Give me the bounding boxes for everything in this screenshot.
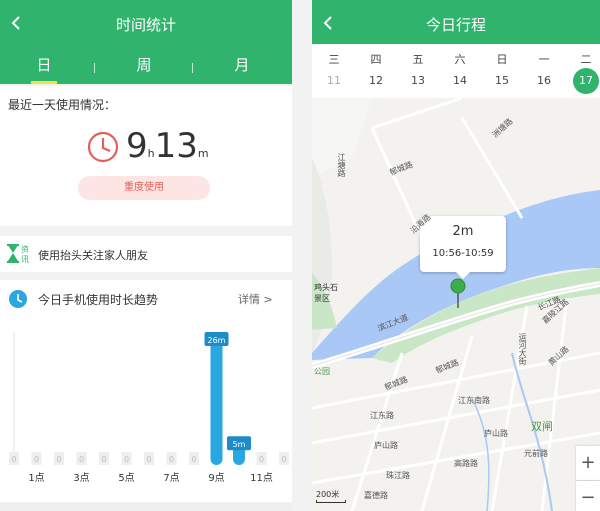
map-label-area: 双闸	[531, 420, 553, 433]
day-12[interactable]: 12	[356, 74, 396, 87]
map-scale-bar	[316, 500, 346, 503]
usage-minutes-unit: m	[197, 147, 209, 160]
weekday-label: 五	[412, 53, 424, 66]
zoom-in-button[interactable]: +	[576, 446, 600, 480]
active-tab-indicator	[31, 81, 57, 84]
day-17-selected[interactable]: 17	[573, 68, 599, 94]
tab-separator	[94, 63, 95, 73]
trip-screen: 今日行程 三 四 五 六 日 一 二 11 12 13 14 15 16 17	[312, 0, 600, 511]
usage-minutes: 13	[154, 126, 198, 166]
map-label-road: 江东南路	[458, 396, 490, 405]
tab-separator	[192, 63, 193, 73]
day-15[interactable]: 15	[482, 74, 522, 87]
week-date-strip: 三 四 五 六 日 一 二 11 12 13 14 15 16 17	[312, 44, 600, 98]
header-bar: 时间统计 日 周 月	[0, 0, 292, 84]
page-title: 今日行程	[425, 16, 486, 34]
chart-data-label: 26m	[208, 336, 226, 345]
map-label-road: 珠江路	[386, 471, 410, 480]
map-label-road: 嘉德路	[364, 491, 388, 500]
tab-month[interactable]: 月	[217, 54, 267, 75]
day-11[interactable]: 11	[314, 74, 354, 87]
chart-data-label: 0	[34, 455, 39, 464]
tab-day[interactable]: 日	[19, 54, 69, 75]
chart-data-label: 0	[11, 455, 16, 464]
map-label-road: 江东路	[370, 411, 394, 420]
weekday-label: 三	[328, 53, 340, 66]
chart-tick-label: 11点	[250, 472, 273, 484]
tip-card[interactable]: 资 讯 使用抬头关注家人朋友	[0, 236, 292, 272]
chart-tick-label: 7点	[163, 472, 179, 484]
map-label-road: 高路路	[454, 459, 478, 468]
tip-icon-char-2: 讯	[21, 255, 29, 264]
zoom-out-button[interactable]: −	[576, 481, 600, 511]
trip-info-bubble[interactable]: 2m 10:56-10:59	[420, 216, 506, 279]
chart-bar	[210, 336, 223, 465]
chart-data-label: 0	[191, 455, 196, 464]
usage-hours-unit: h	[147, 147, 155, 160]
tip-icon-char-1: 资	[21, 244, 29, 254]
trip-duration: 2m	[452, 224, 474, 239]
chart-data-label: 0	[101, 455, 106, 464]
chart-data-label: 0	[169, 455, 174, 464]
map-label-road: 江塘路	[337, 153, 346, 177]
tab-week[interactable]: 周	[119, 54, 169, 75]
clock-icon	[87, 131, 119, 163]
weekday-label: 日	[496, 53, 508, 66]
chart-data-label: 0	[259, 455, 264, 464]
usage-hours: 9	[126, 126, 148, 166]
usage-duration: 9h13m	[126, 126, 209, 166]
chart-tick-label: 9点	[208, 472, 224, 484]
usage-label: 最近一天使用情况：	[8, 98, 117, 112]
location-pin	[450, 278, 466, 294]
period-tabs: 日 周 月	[0, 50, 292, 82]
page-title: 时间统计	[115, 16, 176, 34]
time-stats-screen: 时间统计 日 周 月 最近一天使用情况： 9h13m 重度使用 资 讯 使用抬头…	[0, 0, 292, 511]
weekday-label: 四	[370, 53, 382, 66]
chart-data-label: 0	[56, 455, 61, 464]
chart-tick-label: 1点	[28, 472, 44, 484]
map-label-road: 运河大街	[518, 333, 527, 365]
weekday-label: 一	[538, 53, 550, 66]
chart-data-label: 5m	[233, 440, 246, 449]
tip-text: 使用抬头关注家人朋友	[38, 249, 148, 262]
day-13[interactable]: 13	[398, 74, 438, 87]
chart-data-label: 0	[281, 455, 286, 464]
map-scale-label: 200米	[316, 490, 340, 499]
trip-time-range: 10:56-10:59	[432, 248, 494, 259]
chart-data-label: 0	[146, 455, 151, 464]
usage-trend-card: 今日手机使用时长趋势 详情 > 0 0 0 0 0 0 0 0 0 26m 5m 0 0 1点 3点 5点 7点…	[0, 280, 292, 502]
day-14[interactable]: 14	[440, 74, 480, 87]
day-16[interactable]: 16	[524, 74, 564, 87]
map-label-park: 鸡头石 景区	[314, 283, 338, 303]
map-label-road: 庐山路	[484, 429, 508, 438]
chart-tick-label: 5点	[118, 472, 134, 484]
trip-map[interactable]: 2m 10:56-10:59 鸡头石 景区 滨江大道 洲塘路 江塘路 沿海路 郁…	[312, 98, 600, 511]
map-label-park: 公园	[314, 367, 330, 376]
bottom-divider	[0, 503, 292, 511]
hourglass-icon: 资 讯	[7, 244, 29, 264]
weekday-label: 二	[580, 53, 592, 66]
weekday-label: 六	[454, 53, 466, 66]
map-label-road: 元前路	[524, 449, 548, 458]
usage-bar-chart: 0 0 0 0 0 0 0 0 0 26m 5m 0 0 1点 3点 5点 7点 9点 11点	[9, 332, 289, 484]
usage-summary-card: 最近一天使用情况： 9h13m	[0, 86, 292, 226]
chart-data-label: 0	[79, 455, 84, 464]
chart-data-label: 0	[124, 455, 129, 464]
heavy-usage-badge: 重度使用	[78, 176, 210, 200]
map-label-road: 庐山路	[374, 441, 398, 450]
chart-tick-label: 3点	[73, 472, 89, 484]
